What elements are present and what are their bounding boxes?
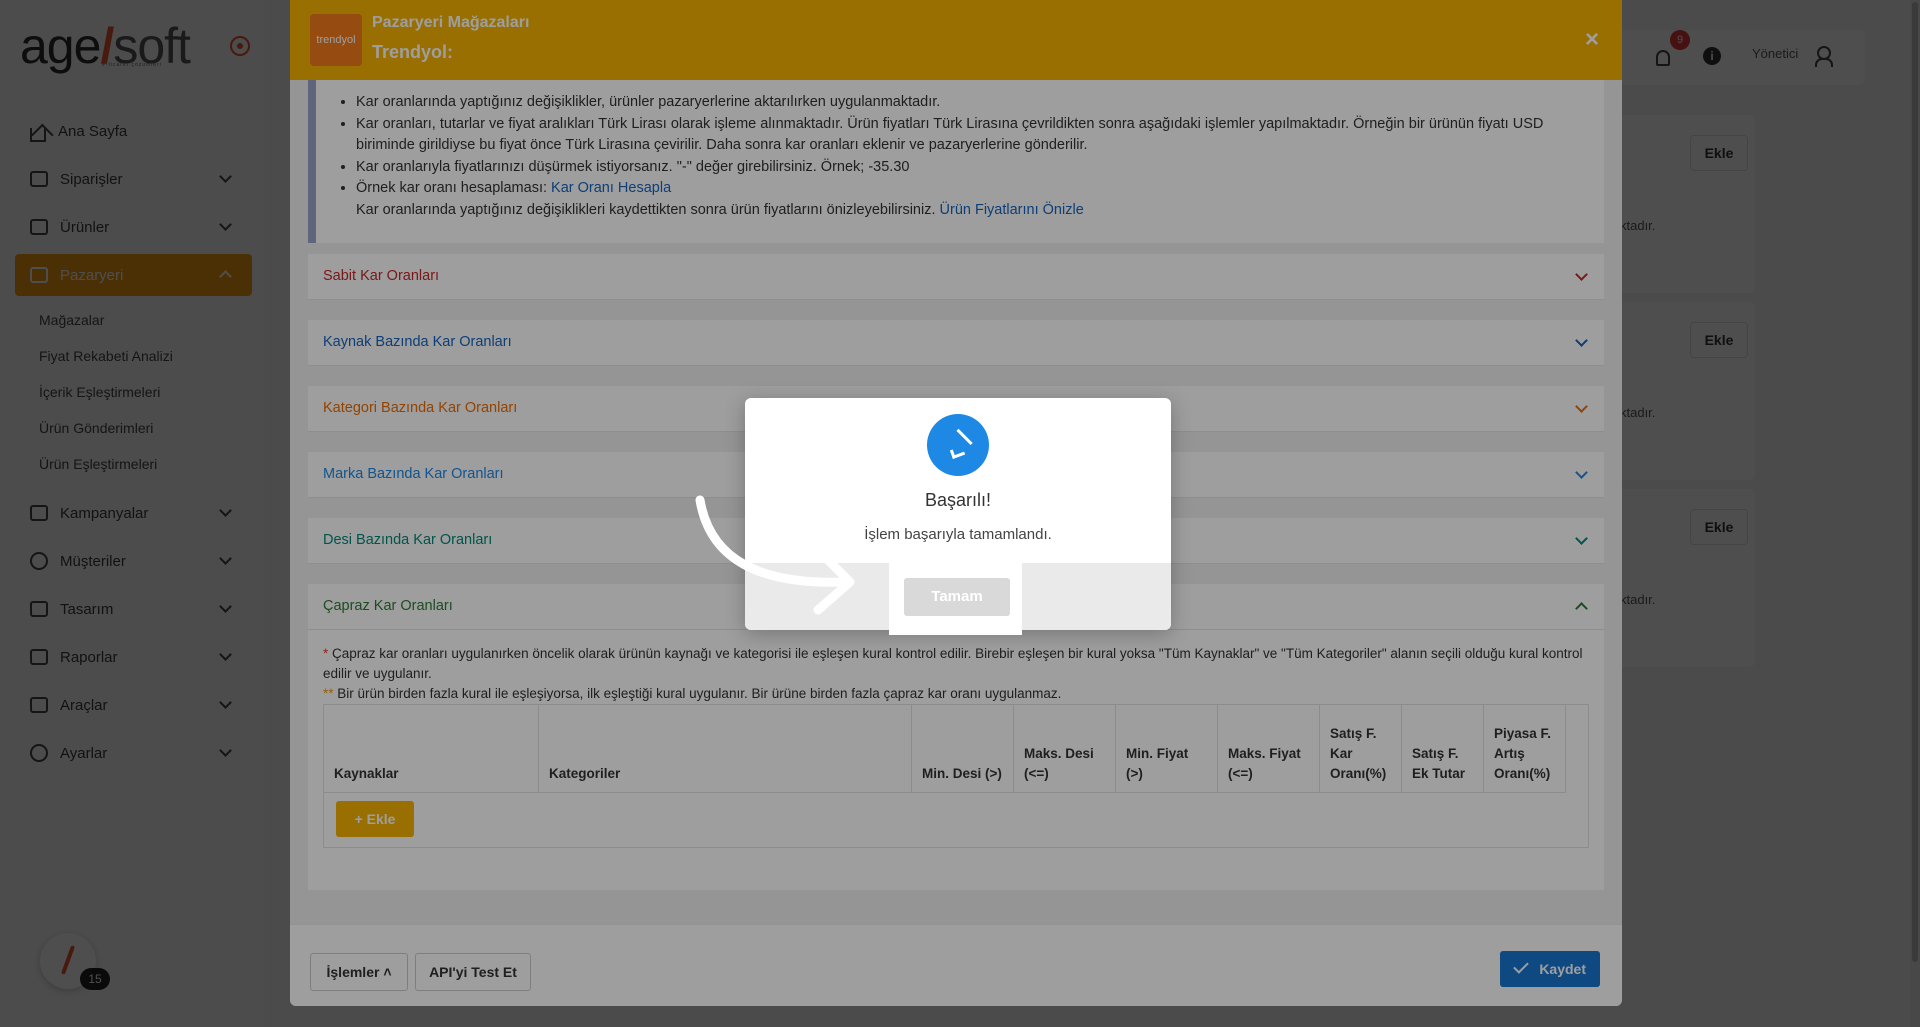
pointer-arrow-icon	[695, 495, 855, 615]
ok-button[interactable]: Tamam	[904, 578, 1010, 616]
success-icon	[927, 414, 989, 476]
